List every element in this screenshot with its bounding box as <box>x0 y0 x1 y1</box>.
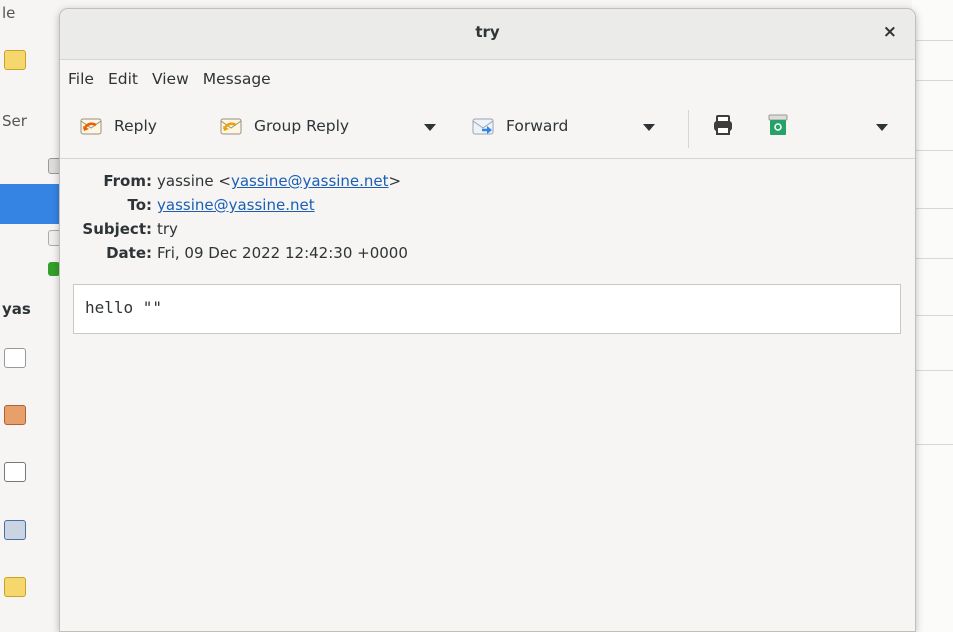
print-button[interactable] <box>712 114 734 136</box>
reply-icon <box>80 118 102 135</box>
menu-message[interactable]: Message <box>203 70 271 88</box>
header-to: To: yassine@yassine.net <box>60 193 915 217</box>
forward-icon <box>472 118 494 135</box>
list-divider <box>912 370 953 371</box>
from-value: yassine <yassine@yassine.net> <box>157 169 401 193</box>
delete-button[interactable] <box>768 114 788 136</box>
toolbar: Reply Group Reply Forward <box>60 98 915 159</box>
menu-view[interactable]: View <box>152 70 189 88</box>
menu-bar: File Edit View Message <box>60 60 915 98</box>
message-window: try × File Edit View Message Reply Group… <box>59 8 916 632</box>
menu-edit[interactable]: Edit <box>108 70 138 88</box>
subject-value: try <box>157 220 178 238</box>
group-reply-button[interactable]: Group Reply <box>220 116 349 136</box>
to-label: To: <box>127 196 152 214</box>
forward-label: Forward <box>506 117 569 135</box>
to-email-link[interactable]: yassine@yassine.net <box>157 196 315 214</box>
subject-label: Subject: <box>82 220 152 238</box>
toolbar-separator <box>688 110 689 148</box>
from-email-link[interactable]: yassine@yassine.net <box>231 172 389 190</box>
list-divider <box>912 208 953 209</box>
date-value: Fri, 09 Dec 2022 12:42:30 +0000 <box>157 244 408 262</box>
header-from: From: yassine <yassine@yassine.net> <box>60 169 915 193</box>
header-subject: Subject: try <box>60 217 915 241</box>
selected-folder-row[interactable] <box>0 184 62 224</box>
calendar-icon[interactable] <box>4 462 26 482</box>
list-divider <box>912 444 953 445</box>
new-mail-icon[interactable] <box>4 50 26 70</box>
message-body-text: hello "" <box>85 298 163 317</box>
background-label-2: Ser <box>2 112 27 130</box>
trash-icon <box>768 114 788 135</box>
list-divider <box>912 150 953 151</box>
menu-file[interactable]: File <box>68 70 94 88</box>
group-reply-label: Group Reply <box>254 117 350 135</box>
background-account-label: yas <box>2 300 31 318</box>
background-folder-pane: le Ser yas <box>0 0 62 632</box>
list-divider <box>912 80 953 81</box>
tasks-icon[interactable] <box>4 520 26 540</box>
memos-icon[interactable] <box>4 577 26 597</box>
list-divider <box>912 40 953 41</box>
list-divider <box>912 258 953 259</box>
reply-button[interactable]: Reply <box>80 116 157 136</box>
forward-dropdown-icon[interactable] <box>643 124 655 131</box>
reply-label: Reply <box>114 117 157 135</box>
print-icon <box>714 115 732 135</box>
background-label-1: le <box>2 4 16 22</box>
from-name: yassine < <box>157 172 231 190</box>
group-reply-dropdown-icon[interactable] <box>424 124 436 131</box>
background-message-list <box>912 0 953 632</box>
date-label: Date: <box>106 244 152 262</box>
to-value: yassine@yassine.net <box>157 193 315 217</box>
group-reply-icon <box>220 118 242 135</box>
message-headers: From: yassine <yassine@yassine.net> To: … <box>60 159 915 265</box>
from-suffix: > <box>388 172 402 190</box>
title-bar[interactable]: try × <box>60 9 915 60</box>
mail-icon[interactable] <box>4 348 26 368</box>
from-label: From: <box>103 172 152 190</box>
close-icon[interactable]: × <box>883 22 897 42</box>
message-body[interactable]: hello "" <box>73 284 901 334</box>
contacts-icon[interactable] <box>4 405 26 425</box>
window-title: try <box>475 23 500 41</box>
list-divider <box>912 315 953 316</box>
toolbar-overflow-icon[interactable] <box>876 124 888 131</box>
header-date: Date: Fri, 09 Dec 2022 12:42:30 +0000 <box>60 241 915 265</box>
forward-button[interactable]: Forward <box>472 116 568 136</box>
